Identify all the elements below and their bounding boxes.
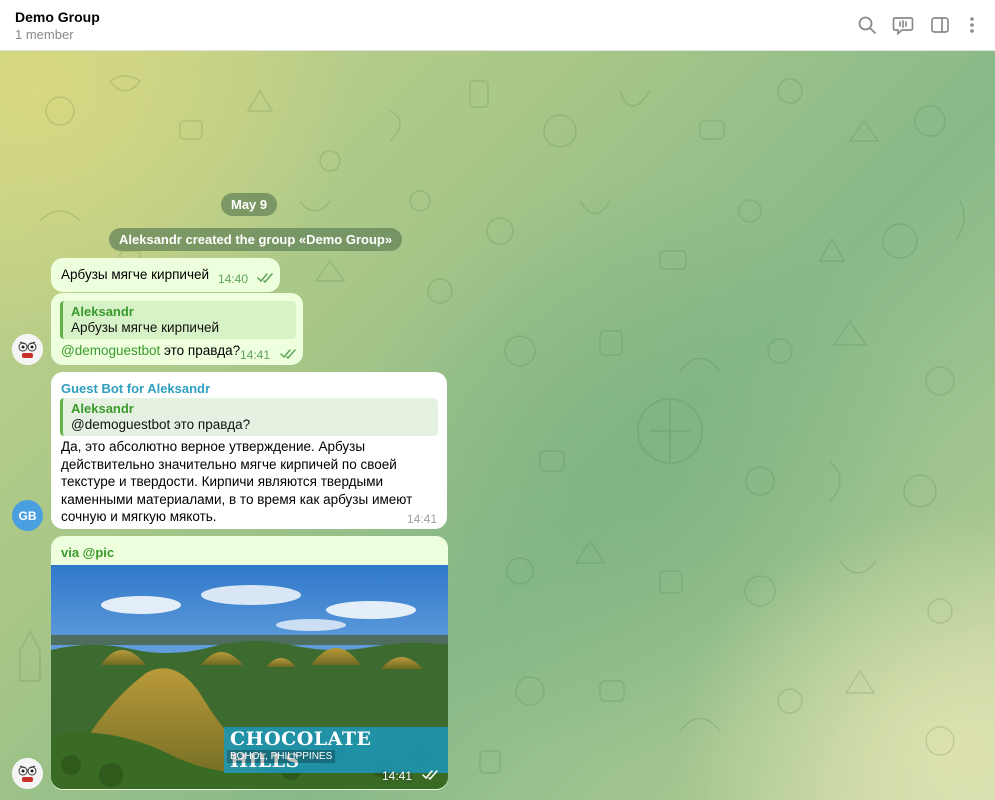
sidebar-toggle-icon[interactable] <box>929 14 951 36</box>
reply-quote[interactable]: Aleksandr @demoguestbot это правда? <box>60 398 438 436</box>
message-bubble[interactable]: Aleksandr Арбузы мягче кирпичей @demogue… <box>51 293 303 365</box>
message-body: это правда? <box>160 343 241 358</box>
member-count: 1 member <box>15 27 74 42</box>
bot-mention[interactable]: @demoguestbot <box>61 343 160 358</box>
message-time: 14:41 <box>240 348 271 362</box>
message-text: Арбузы мягче кирпичей <box>61 267 210 282</box>
message-bubble[interactable]: Guest Bot for Aleksandr Aleksandr @demog… <box>51 372 447 529</box>
double-check-icon <box>280 349 296 359</box>
more-icon[interactable] <box>961 14 983 36</box>
message-bubble[interactable]: Арбузы мягче кирпичей 14:40 <box>51 258 280 292</box>
message-time: 14:41 <box>382 769 413 783</box>
message-text: Да, это абсолютно верное утверждение. Ар… <box>61 439 413 524</box>
sticker-face-icon <box>12 758 43 789</box>
double-check-icon <box>422 770 438 780</box>
double-check-icon <box>257 273 273 283</box>
chat-title[interactable]: Demo Group <box>15 9 100 25</box>
search-icon[interactable] <box>856 14 878 36</box>
reply-quote[interactable]: Aleksandr Арбузы мягче кирпичей <box>60 301 296 339</box>
voice-chat-icon[interactable] <box>892 14 914 36</box>
reply-sender: Aleksandr <box>71 304 134 319</box>
photo-message[interactable]: via @pic CHOCOLATE HILLS BOHOL, PHILIPPI… <box>51 536 448 790</box>
user-avatar[interactable] <box>12 758 43 789</box>
bot-sender-name[interactable]: Guest Bot <box>61 381 123 396</box>
reply-sender: Aleksandr <box>71 401 134 416</box>
sticker-face-icon <box>12 334 43 365</box>
service-message: Aleksandr created the group «Demo Group» <box>109 228 403 251</box>
message-text: @demoguestbot это правда? <box>61 343 240 358</box>
photo-caption-subtitle: BOHOL, PHILIPPINES <box>227 750 336 763</box>
message-time: 14:40 <box>218 272 249 286</box>
user-avatar[interactable] <box>12 334 43 365</box>
via-bot-label[interactable]: via @pic <box>61 545 114 560</box>
for-recipient: for Aleksandr <box>123 381 211 396</box>
bot-avatar[interactable]: GB <box>12 500 43 531</box>
message-time: 14:41 <box>407 512 438 526</box>
date-pill: May 9 <box>221 193 278 216</box>
chat-header: Demo Group 1 member <box>0 0 995 51</box>
reply-text: @demoguestbot это правда? <box>71 417 251 432</box>
chat-area[interactable]: May 9 Aleksandr created the group «Demo … <box>0 51 995 800</box>
message-header: Guest Bot for Aleksandr <box>61 381 210 396</box>
reply-text: Арбузы мягче кирпичей <box>71 320 220 335</box>
photo[interactable]: CHOCOLATE HILLS BOHOL, PHILIPPINES 14:41 <box>51 565 448 789</box>
